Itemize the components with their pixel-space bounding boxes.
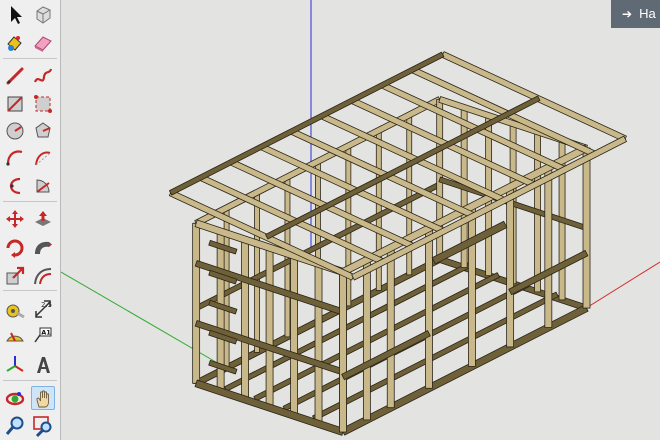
- front-wall-stud: [386, 247, 395, 409]
- select-tool-icon[interactable]: [3, 3, 27, 27]
- front-wall-stud: [506, 186, 515, 348]
- left-wall-stud: [314, 263, 323, 425]
- svg-text:2.5: 2.5: [41, 301, 52, 309]
- rectangle-tool-icon[interactable]: [3, 92, 27, 116]
- front-wall-stud: [362, 259, 371, 421]
- tape-measure-tool-icon[interactable]: [3, 297, 27, 321]
- pan-tool-icon[interactable]: [31, 386, 55, 410]
- axes-tool-icon[interactable]: [3, 353, 27, 377]
- circle-tool-icon[interactable]: [3, 119, 27, 143]
- 3d-scene[interactable]: [61, 0, 660, 440]
- orbit-tool-icon[interactable]: [3, 386, 27, 410]
- polygon-tool-icon[interactable]: [31, 119, 55, 143]
- eraser-tool-icon[interactable]: [31, 31, 55, 55]
- svg-text:A1: A1: [41, 329, 51, 337]
- text-tool-icon[interactable]: A1: [31, 323, 55, 347]
- offset-tool-icon[interactable]: [31, 264, 55, 288]
- front-noggin: [341, 330, 431, 381]
- follow-me-tool-icon[interactable]: [31, 236, 55, 260]
- floor-joist: [312, 291, 559, 421]
- line-tool-icon[interactable]: [3, 64, 27, 88]
- instructor-panel-toggle[interactable]: ➔ Ha: [611, 0, 660, 28]
- instructor-panel-label: Ha: [639, 6, 656, 21]
- paint-bucket-tool-icon[interactable]: [3, 31, 27, 55]
- rotated-rectangle-tool-icon[interactable]: [31, 92, 55, 116]
- shed-frame-model[interactable]: [168, 51, 627, 436]
- left-wall-stud: [265, 247, 274, 409]
- arc-tool-icon[interactable]: [3, 146, 27, 170]
- three-point-arc-tool-icon[interactable]: [3, 174, 27, 198]
- left-wall-stud: [290, 255, 298, 417]
- push-pull-tool-icon[interactable]: [31, 207, 55, 231]
- two-point-arc-tool-icon[interactable]: [31, 146, 55, 170]
- left-wall-stud: [241, 239, 250, 400]
- model-viewport[interactable]: [61, 0, 660, 440]
- scale-tool-icon[interactable]: [3, 264, 27, 288]
- front-wall-stud: [468, 205, 476, 367]
- front-wall-stud: [339, 271, 347, 433]
- rotate-tool-icon[interactable]: [3, 236, 27, 260]
- zoom-window-tool-icon[interactable]: [31, 414, 55, 438]
- move-tool-icon[interactable]: [3, 207, 27, 231]
- pie-tool-icon[interactable]: [31, 174, 55, 198]
- component-tool-icon[interactable]: [31, 3, 55, 27]
- tool-palette: 2.5 A1: [0, 0, 61, 440]
- protractor-tool-icon[interactable]: [3, 323, 27, 347]
- 3d-text-tool-icon[interactable]: [31, 353, 55, 377]
- toolbar-separator: [3, 201, 57, 202]
- front-wall-stud: [425, 227, 433, 389]
- dimension-tool-icon[interactable]: 2.5: [31, 297, 55, 321]
- toolbar-separator: [3, 290, 57, 291]
- zoom-tool-icon[interactable]: [3, 414, 27, 438]
- back-wall-stud: [254, 191, 260, 353]
- front-wall-stud: [544, 167, 553, 328]
- freehand-tool-icon[interactable]: [31, 64, 55, 88]
- front-wall-stud: [582, 147, 591, 309]
- toolbar-separator: [3, 58, 57, 59]
- arrow-right-icon: ➔: [622, 7, 633, 21]
- left-wall-stud: [192, 222, 201, 384]
- toolbar-separator: [3, 380, 57, 381]
